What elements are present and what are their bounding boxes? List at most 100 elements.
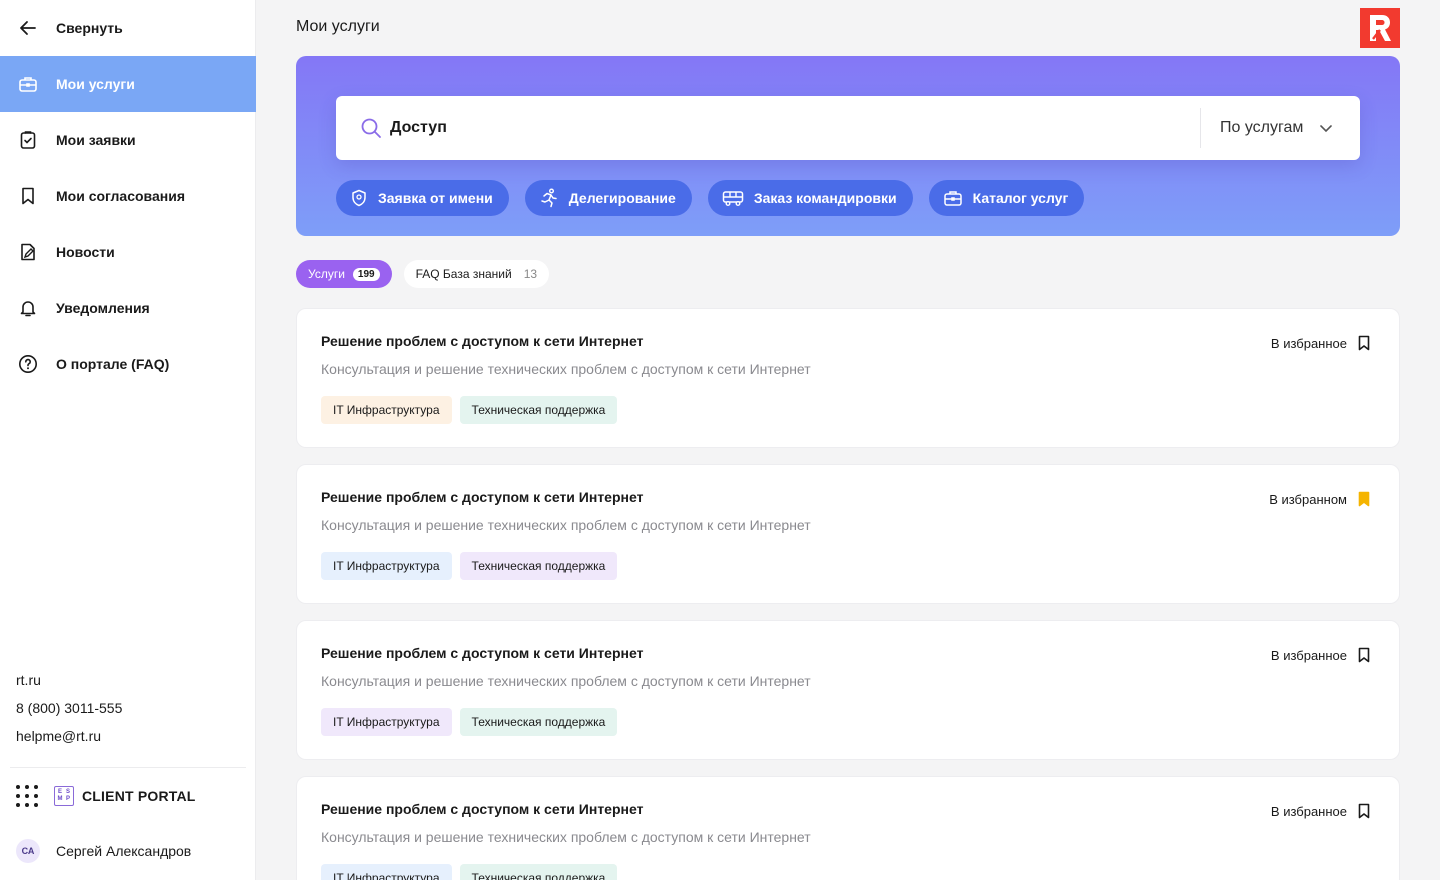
bookmark-icon (1358, 647, 1370, 663)
contact-email-link[interactable]: helpme@rt.ru (16, 728, 101, 744)
esmp-logo-icon: ESMP (54, 786, 74, 806)
bookmark-icon (1358, 335, 1370, 351)
user-name: Сергей Александров (56, 843, 192, 859)
rostelecom-logo-icon (1370, 15, 1391, 41)
card-description: Консультация и решение технических пробл… (321, 829, 811, 845)
service-card[interactable]: Решение проблем с доступом к сети Интерн… (296, 776, 1400, 880)
chip-label: Заказ командировки (753, 190, 897, 206)
card-tags: IT Инфраструктура Техническая поддержка (321, 396, 618, 424)
page-title: Мои услуги (296, 18, 380, 35)
portal-name: CLIENT PORTAL (82, 788, 196, 804)
card-title: Решение проблем с доступом к сети Интерн… (321, 801, 644, 817)
sidebar-item-my-services[interactable]: Мои услуги (0, 56, 256, 112)
user-profile[interactable]: СА Сергей Александров (16, 838, 191, 864)
briefcase-icon (18, 74, 38, 94)
chip-request-on-behalf[interactable]: Заявка от имени (336, 180, 509, 216)
chip-business-trip[interactable]: Заказ командировки (707, 180, 913, 216)
card-tags: IT Инфраструктура Техническая поддержка (321, 708, 618, 736)
avatar: СА (16, 839, 40, 863)
apps-grid-icon[interactable] (16, 785, 38, 807)
document-edit-icon (18, 242, 38, 262)
sidebar: Свернуть Мои услуги Мои заявки Мои согла… (0, 0, 256, 880)
tab-count-badge: 199 (352, 267, 380, 281)
bell-icon (18, 298, 38, 318)
sidebar-item-label: Новости (56, 244, 115, 260)
sidebar-divider (10, 767, 246, 768)
chevron-down-icon (1320, 125, 1333, 133)
collapse-label: Свернуть (56, 20, 123, 36)
favorite-button[interactable]: В избранное (1271, 647, 1371, 663)
card-title: Решение проблем с доступом к сети Интерн… (321, 489, 644, 505)
briefcase-icon (943, 191, 962, 206)
tag[interactable]: Техническая поддержка (459, 708, 618, 736)
card-title: Решение проблем с доступом к сети Интерн… (321, 645, 644, 661)
search-scope-select[interactable]: По услугам (1220, 119, 1333, 137)
favorite-label: В избранном (1269, 491, 1347, 507)
tag[interactable]: Техническая поддержка (459, 864, 618, 880)
tab-label: Услуги (308, 267, 345, 281)
tag[interactable]: Техническая поддержка (459, 552, 618, 580)
sidebar-item-notifications[interactable]: Уведомления (0, 280, 256, 336)
sidebar-item-label: Уведомления (56, 300, 150, 316)
tag[interactable]: IT Инфраструктура (321, 708, 452, 736)
quick-actions: Заявка от имени Делегирование Заказ кома… (336, 180, 1085, 216)
favorite-button[interactable]: В избранное (1271, 803, 1371, 819)
result-tabs: Услуги 199 FAQ База знаний 13 (296, 260, 550, 288)
sidebar-item-my-requests[interactable]: Мои заявки (0, 112, 256, 168)
card-description: Консультация и решение технических пробл… (321, 517, 811, 533)
clipboard-check-icon (18, 130, 38, 150)
contact-site-link[interactable]: rt.ru (16, 672, 41, 688)
tab-count: 13 (523, 267, 538, 281)
favorite-label: В избранное (1270, 335, 1347, 351)
sidebar-item-label: Мои согласования (56, 188, 185, 204)
card-tags: IT Инфраструктура Техническая поддержка (321, 552, 618, 580)
chip-label: Каталог услуг (972, 190, 1069, 206)
service-card[interactable]: Решение проблем с доступом к сети Интерн… (296, 464, 1400, 604)
chip-label: Заявка от имени (378, 190, 493, 206)
sidebar-item-faq[interactable]: О портале (FAQ) (0, 336, 256, 392)
tab-label: FAQ База знаний (415, 267, 512, 281)
card-description: Консультация и решение технических пробл… (321, 361, 811, 377)
shield-user-icon (352, 189, 366, 207)
sidebar-item-label: Мои услуги (56, 76, 135, 92)
chip-service-catalog[interactable]: Каталог услуг (928, 180, 1085, 216)
tab-faq[interactable]: FAQ База знаний 13 (403, 260, 550, 288)
favorite-label: В избранное (1270, 803, 1347, 819)
sidebar-item-news[interactable]: Новости (0, 224, 256, 280)
bookmark-icon (18, 186, 38, 206)
favorite-label: В избранное (1270, 647, 1347, 663)
collapse-button[interactable]: Свернуть (0, 0, 256, 56)
search-scope-label: По услугам (1220, 119, 1304, 136)
service-card[interactable]: Решение проблем с доступом к сети Интерн… (296, 620, 1400, 760)
search-bar: По услугам (336, 96, 1360, 160)
bookmark-icon (1358, 803, 1370, 819)
card-description: Консультация и решение технических пробл… (321, 673, 811, 689)
sidebar-item-label: О портале (FAQ) (56, 356, 170, 372)
portal-switcher: ESMP CLIENT PORTAL (16, 782, 196, 810)
service-card[interactable]: Решение проблем с доступом к сети Интерн… (296, 308, 1400, 448)
tab-services[interactable]: Услуги 199 (296, 260, 392, 288)
card-tags: IT Инфраструктура Техническая поддержка (321, 864, 618, 880)
bookmark-filled-icon (1358, 491, 1370, 507)
brand-logo[interactable] (1360, 8, 1400, 48)
question-circle-icon (18, 354, 38, 374)
search-input[interactable] (390, 119, 1180, 137)
sidebar-item-my-approvals[interactable]: Мои согласования (0, 168, 256, 224)
chip-delegation[interactable]: Делегирование (524, 180, 692, 216)
sidebar-item-label: Мои заявки (56, 132, 136, 148)
bus-icon (722, 191, 744, 206)
tag[interactable]: Техническая поддержка (459, 396, 618, 424)
search-hero: По услугам Заявка от имени Делегирование… (296, 56, 1400, 236)
favorite-button[interactable]: В избранное (1271, 335, 1371, 351)
chip-label: Делегирование (568, 190, 676, 206)
tag[interactable]: IT Инфраструктура (321, 396, 452, 424)
search-icon (361, 118, 381, 138)
tag[interactable]: IT Инфраструктура (321, 552, 452, 580)
favorite-button[interactable]: В избранном (1269, 491, 1371, 507)
tag[interactable]: IT Инфраструктура (321, 864, 452, 880)
arrow-left-icon (20, 21, 36, 35)
running-person-icon (541, 188, 557, 208)
contact-phone-link[interactable]: 8 (800) 3011-555 (16, 700, 122, 716)
card-title: Решение проблем с доступом к сети Интерн… (321, 333, 644, 349)
search-separator (1200, 108, 1201, 148)
